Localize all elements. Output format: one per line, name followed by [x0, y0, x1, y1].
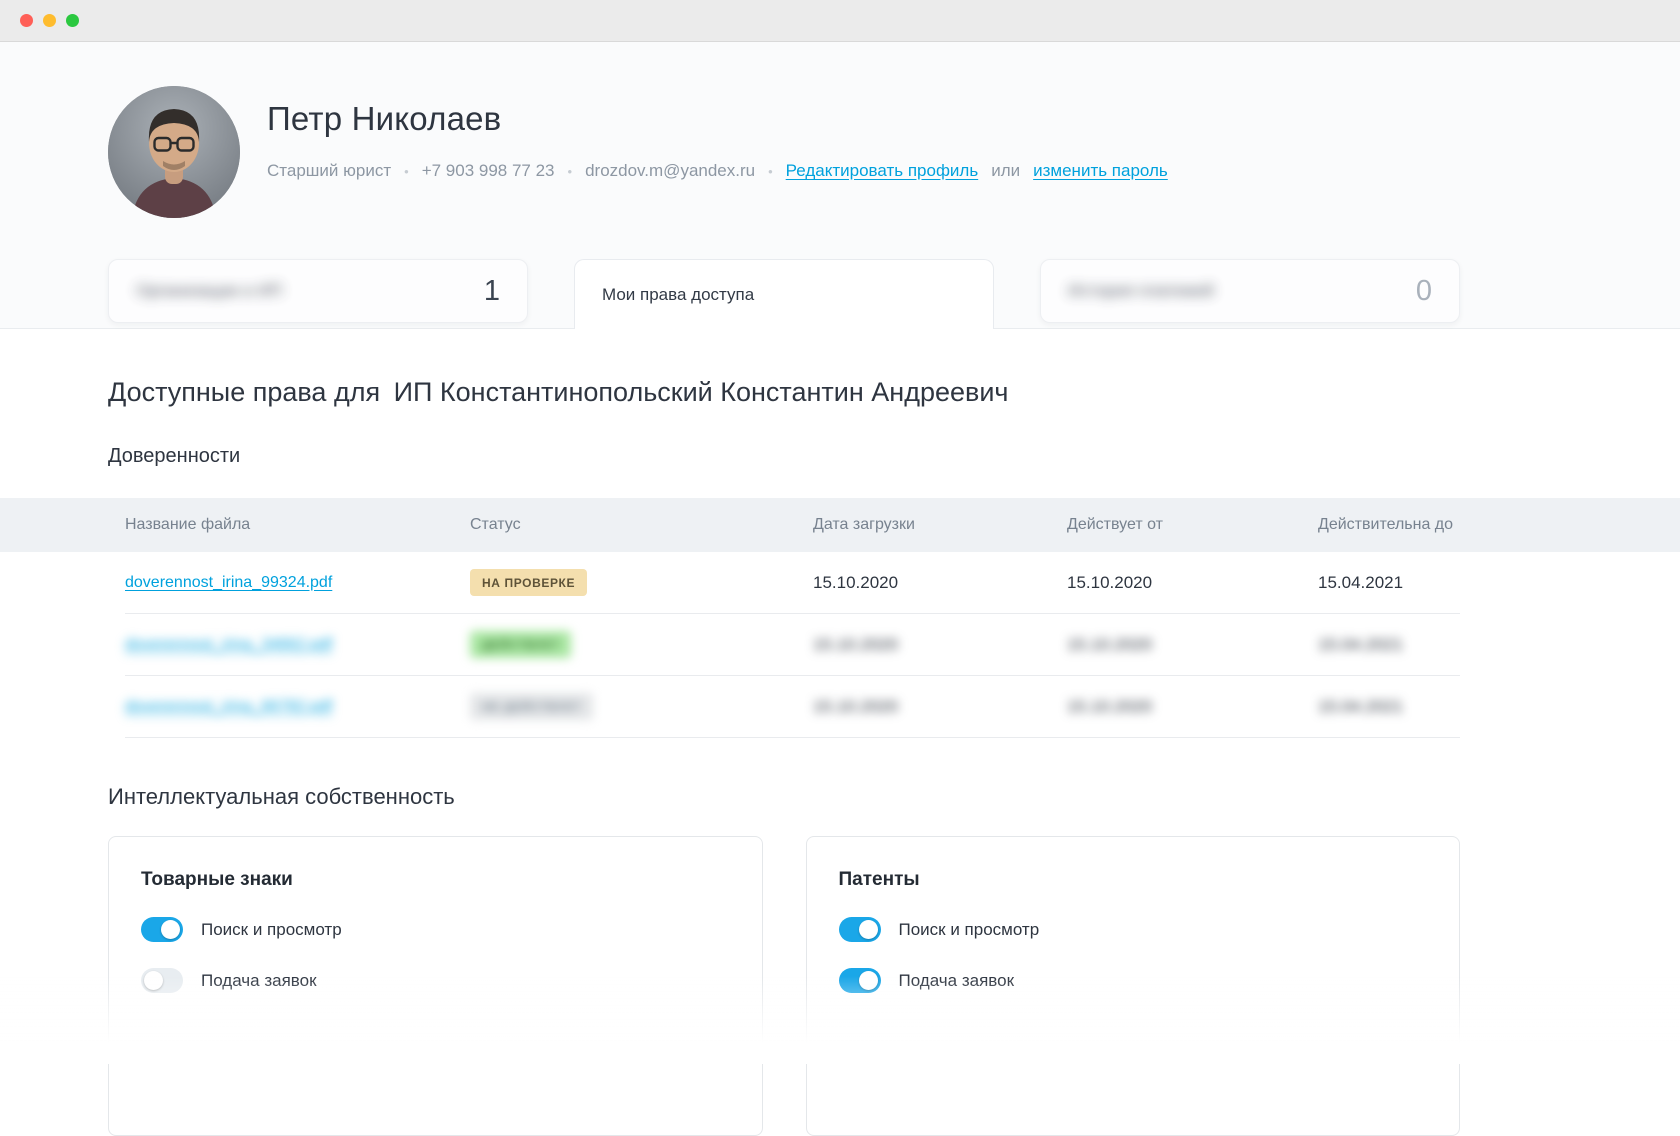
page-title-entity: ИП Константинопольский Константин Андрее… [394, 377, 1009, 407]
status-badge: НА ПРОВЕРКЕ [470, 569, 587, 596]
ip-section: Интеллектуальная собственность Товарные … [108, 784, 1460, 1136]
separator-dot: • [568, 164, 573, 179]
profile-phone: +7 903 998 77 23 [422, 161, 555, 181]
profile-name: Петр Николаев [267, 100, 1168, 138]
trademarks-search-toggle[interactable] [141, 917, 183, 942]
window-titlebar [0, 0, 1680, 42]
col-header-valid-from: Действует от [1067, 516, 1318, 534]
valid-from-date: 15.10.2020 [1067, 697, 1318, 717]
valid-to-date: 15.04.2021 [1318, 635, 1460, 655]
profile-header: Петр Николаев Старший юрист • +7 903 998… [0, 42, 1680, 329]
col-header-valid-to: Действительна до [1318, 516, 1460, 534]
col-header-status: Статус [470, 516, 813, 534]
table-row: doverennost_irina_66782.pdf НЕ ДЕЙСТВУЕТ… [125, 676, 1460, 738]
profile-email: drozdov.m@yandex.ru [585, 161, 755, 181]
tab-my-access-rights[interactable]: Мои права доступа [574, 259, 994, 329]
col-header-filename: Название файла [125, 516, 470, 534]
trademarks-submit-toggle[interactable] [141, 968, 183, 993]
col-header-upload-date: Дата загрузки [813, 516, 1067, 534]
toggle-knob [161, 920, 180, 939]
tab-my-access-rights-label: Мои права доступа [602, 285, 754, 305]
toggle-label: Подача заявок [201, 971, 317, 991]
toggle-row-search-view: Поиск и просмотр [839, 917, 1428, 942]
toggle-row-submit-applications: Подача заявок [141, 968, 730, 993]
table-row: doverennost_irina_99324.pdf НА ПРОВЕРКЕ … [125, 552, 1460, 614]
or-text: или [991, 161, 1020, 181]
poa-table: Название файла Статус Дата загрузки Дейс… [0, 498, 1680, 738]
avatar [108, 86, 240, 218]
edit-profile-link[interactable]: Редактировать профиль [786, 161, 979, 181]
patents-search-toggle[interactable] [839, 917, 881, 942]
ip-section-title: Интеллектуальная собственность [108, 784, 1460, 810]
change-password-link[interactable]: изменить пароль [1033, 161, 1168, 181]
main-content: Доступные права для ИП Константинопольск… [0, 377, 1680, 1136]
toggle-row-submit-applications: Подача заявок [839, 968, 1428, 993]
page-title-prefix: Доступные права для [108, 377, 380, 407]
window-zoom-button[interactable] [66, 14, 79, 27]
upload-date: 15.10.2020 [813, 573, 1067, 593]
tab-payment-history-label: История платежей [1068, 281, 1214, 301]
tab-organizations-label: Организации и ИП [136, 281, 282, 301]
toggle-label: Подача заявок [899, 971, 1015, 991]
profile-info: Петр Николаев Старший юрист • +7 903 998… [267, 86, 1168, 218]
valid-from-date: 15.10.2020 [1067, 635, 1318, 655]
status-badge: ДЕЙСТВУЕТ [470, 631, 571, 658]
file-link[interactable]: doverennost_irina_34662.pdf [125, 636, 332, 653]
patents-card: Патенты Поиск и просмотр Подача заявок [806, 836, 1461, 1136]
trademarks-card-title: Товарные знаки [141, 869, 730, 891]
separator-dot: • [768, 164, 773, 179]
valid-to-date: 15.04.2021 [1318, 573, 1460, 593]
valid-from-date: 15.10.2020 [1067, 573, 1318, 593]
toggle-knob [859, 971, 878, 990]
tab-payment-history[interactable]: История платежей 0 [1040, 259, 1460, 323]
file-link[interactable]: doverennost_irina_99324.pdf [125, 574, 332, 591]
status-badge: НЕ ДЕЙСТВУЕТ [470, 693, 593, 720]
separator-dot: • [404, 164, 409, 179]
tabs: Организации и ИП 1 Мои права доступа Ист… [108, 258, 1460, 328]
ip-cards: Товарные знаки Поиск и просмотр Подача з… [108, 836, 1460, 1136]
poa-table-header: Название файла Статус Дата загрузки Дейс… [0, 498, 1680, 552]
tab-payment-history-count: 0 [1416, 275, 1432, 308]
poa-table-body: doverennost_irina_99324.pdf НА ПРОВЕРКЕ … [125, 552, 1460, 738]
toggle-label: Поиск и просмотр [201, 920, 342, 940]
tab-organizations-count: 1 [484, 275, 500, 308]
window-minimize-button[interactable] [43, 14, 56, 27]
profile-role: Старший юрист [267, 161, 391, 181]
toggle-knob [859, 920, 878, 939]
section-title-poa: Доверенности [108, 445, 1460, 468]
avatar-photo [108, 86, 240, 218]
profile-row: Петр Николаев Старший юрист • +7 903 998… [108, 42, 1460, 218]
upload-date: 15.10.2020 [813, 697, 1067, 717]
patents-submit-toggle[interactable] [839, 968, 881, 993]
table-row: doverennost_irina_34662.pdf ДЕЙСТВУЕТ 15… [125, 614, 1460, 676]
file-link[interactable]: doverennost_irina_66782.pdf [125, 698, 332, 715]
toggle-label: Поиск и просмотр [899, 920, 1040, 940]
trademarks-card: Товарные знаки Поиск и просмотр Подача з… [108, 836, 763, 1136]
upload-date: 15.10.2020 [813, 635, 1067, 655]
tab-organizations[interactable]: Организации и ИП 1 [108, 259, 528, 323]
window-close-button[interactable] [20, 14, 33, 27]
patents-card-title: Патенты [839, 869, 1428, 891]
valid-to-date: 15.04.2021 [1318, 697, 1460, 717]
profile-meta: Старший юрист • +7 903 998 77 23 • drozd… [267, 161, 1168, 181]
toggle-row-search-view: Поиск и просмотр [141, 917, 730, 942]
toggle-knob [144, 971, 163, 990]
page-title: Доступные права для ИП Константинопольск… [108, 377, 1460, 408]
